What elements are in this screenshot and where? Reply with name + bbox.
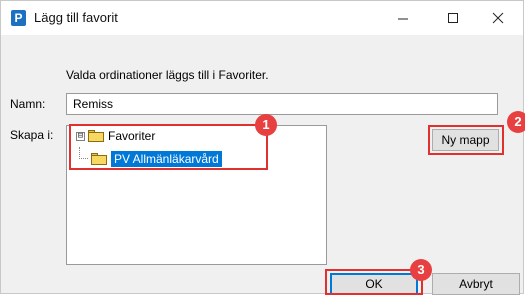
location-label: Skapa i: [10,128,54,142]
maximize-icon [448,13,458,23]
name-input[interactable] [66,93,498,115]
cancel-button[interactable]: Avbryt [432,273,520,295]
window-title: Lägg till favorit [34,10,118,25]
close-icon [492,12,504,24]
dialog-window: P Lägg till favorit Valda ordinationer l… [0,0,525,295]
step-badge-2: 2 [507,111,525,133]
highlight-box-3 [325,269,423,295]
step-badge-3: 3 [410,259,432,281]
highlight-box-1 [69,124,268,170]
title-bar[interactable]: P Lägg till favorit [1,1,523,35]
app-logo-icon: P [11,10,26,26]
maximize-button[interactable] [431,1,475,35]
close-button[interactable] [476,1,520,35]
step-badge-1: 1 [255,114,277,136]
highlight-box-2 [428,125,504,155]
info-message: Valda ordinationer läggs till i Favorite… [66,68,269,82]
minimize-button[interactable] [381,1,425,35]
minimize-icon [398,18,408,20]
name-label: Namn: [10,97,46,111]
